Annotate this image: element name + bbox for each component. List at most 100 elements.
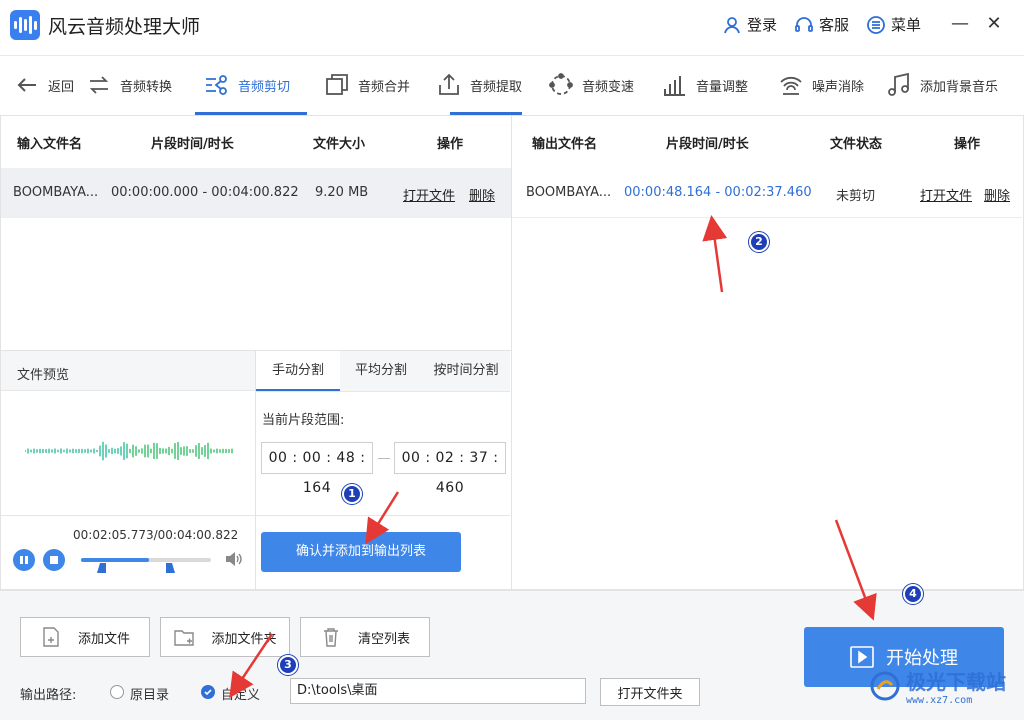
add-folder-icon <box>174 630 195 646</box>
radio-original-label: 原目录 <box>130 688 170 703</box>
watermark-text: 极光下载站 <box>906 670 1006 694</box>
open-folder-button[interactable]: 打开文件夹 <box>600 678 700 706</box>
annotation-badge-1: 1 <box>342 484 362 504</box>
column-header: 输入文件名 <box>17 136 83 152</box>
range-label: 当前片段范围: <box>262 413 345 428</box>
preview-header: 文件预览 <box>1 351 255 391</box>
split-tabs: 手动分割 平均分割 按时间分割 <box>256 351 510 392</box>
menu-icon <box>867 15 885 34</box>
file-size: 9.20 MB <box>315 185 369 200</box>
table-row[interactable]: BOOMBAYA... 00:00:00.000 - 00:04:00.822 … <box>1 168 511 218</box>
column-header: 操作 <box>954 136 981 152</box>
radio-custom-directory[interactable] <box>201 685 215 699</box>
close-button[interactable]: ✕ <box>984 12 1004 36</box>
time-range: 00:00:48.164 - 00:02:37.460 <box>624 185 812 200</box>
add-folder-button[interactable]: 添加文件夹 <box>160 617 290 657</box>
nav-audio-extract[interactable]: 音频提取 <box>436 56 522 114</box>
split-panel: 手动分割 平均分割 按时间分割 当前片段范围: 00 : 00 : 48 : 1… <box>256 351 512 590</box>
stop-icon <box>50 556 58 564</box>
menu-button[interactable]: 菜单 <box>866 14 921 35</box>
add-file-button[interactable]: 添加文件 <box>20 617 150 657</box>
watermark-logo-icon <box>870 671 900 701</box>
nav-audio-speed[interactable]: 音频变速 <box>548 56 634 114</box>
volume-bars-icon <box>664 76 685 96</box>
watermark: 极光下载站 www.xz7.com <box>870 666 1006 706</box>
nav-audio-convert[interactable]: 音频转换 <box>86 56 172 114</box>
input-file-panel: 输入文件名 片段时间/时长 文件大小 操作 BOOMBAYA... 00:00:… <box>0 115 512 351</box>
watermark-url: www.xz7.com <box>906 695 973 706</box>
range-start-handle[interactable] <box>97 563 109 573</box>
file-name: BOOMBAYA... <box>526 185 612 200</box>
output-path-label: 输出路径: <box>20 688 77 703</box>
app-logo-icon <box>10 10 40 40</box>
nav-audio-cut[interactable]: 音频剪切 <box>204 56 290 114</box>
wifi-signal-icon <box>780 76 802 95</box>
start-time-input[interactable]: 00 : 00 : 48 : 164 <box>261 442 373 496</box>
arrow-left-icon <box>17 78 36 92</box>
volume-icon[interactable] <box>225 551 243 567</box>
back-button[interactable]: 返回 <box>14 56 74 114</box>
title-bar: 风云音频处理大师 登录 客服 菜单 — ✕ <box>0 0 1024 50</box>
check-icon <box>204 689 212 696</box>
stop-button[interactable] <box>43 549 65 571</box>
time-range: 00:00:00.000 - 00:04:00.822 <box>111 185 299 200</box>
confirm-add-to-output-button[interactable]: 确认并添加到输出列表 <box>261 532 461 572</box>
radio-original-directory[interactable] <box>110 685 124 699</box>
playback-time: 00:02:05.773/00:04:00.822 <box>73 528 239 542</box>
nav-add-background-music[interactable]: 添加背景音乐 <box>886 56 998 114</box>
progress-fill <box>81 558 149 562</box>
upload-box-icon <box>439 73 459 95</box>
progress-track[interactable] <box>81 558 211 562</box>
pause-icon <box>20 556 28 564</box>
tool-nav-bar: 返回 音频转换 音频剪切 音频合并 音频提取 音频变速 音量调整 噪声消除 添加… <box>0 55 1024 115</box>
app-title: 风云音频处理大师 <box>48 16 201 38</box>
annotation-badge-4: 4 <box>903 584 923 604</box>
trash-icon <box>323 628 338 647</box>
merge-squares-icon <box>326 74 348 95</box>
output-path-input[interactable]: D:\tools\桌面 <box>290 678 586 704</box>
nav-audio-merge[interactable]: 音频合并 <box>324 56 410 114</box>
range-separator <box>378 458 390 459</box>
tab-manual-split[interactable]: 手动分割 <box>256 351 340 391</box>
headset-icon <box>795 16 813 32</box>
output-table-header: 输出文件名 片段时间/时长 文件状态 操作 <box>512 116 1022 168</box>
annotation-badge-3: 3 <box>278 655 298 675</box>
column-header: 操作 <box>437 136 464 152</box>
login-button[interactable]: 登录 <box>722 14 777 35</box>
play-icon <box>850 646 874 668</box>
nav-noise-removal[interactable]: 噪声消除 <box>778 56 864 114</box>
tab-time-split[interactable]: 按时间分割 <box>422 351 510 391</box>
table-row[interactable]: BOOMBAYA... 00:00:48.164 - 00:02:37.460 … <box>512 168 1022 218</box>
preview-title: 文件预览 <box>17 368 70 383</box>
output-file-panel: 输出文件名 片段时间/时长 文件状态 操作 BOOMBAYA... 00:00:… <box>512 115 1024 590</box>
music-note-icon <box>888 72 909 96</box>
add-file-icon <box>43 627 59 647</box>
file-name: BOOMBAYA... <box>13 185 99 200</box>
column-header: 片段时间/时长 <box>666 136 749 152</box>
delete-link[interactable]: 删除 <box>984 185 1010 204</box>
column-header: 文件状态 <box>830 136 883 152</box>
end-time-input[interactable]: 00 : 02 : 37 : 460 <box>394 442 506 496</box>
column-header: 文件大小 <box>313 136 366 152</box>
delete-link[interactable]: 删除 <box>469 185 495 204</box>
open-file-link[interactable]: 打开文件 <box>403 185 455 204</box>
range-end-handle[interactable] <box>163 563 175 573</box>
open-file-link[interactable]: 打开文件 <box>920 185 972 204</box>
divider <box>1 515 255 516</box>
scissors-icon <box>206 75 227 95</box>
waveform <box>25 441 233 461</box>
file-status: 未剪切 <box>836 189 876 204</box>
tab-average-split[interactable]: 平均分割 <box>340 351 422 391</box>
column-header: 片段时间/时长 <box>151 136 234 152</box>
minimize-button[interactable]: — <box>950 12 970 36</box>
nav-volume-adjust[interactable]: 音量调整 <box>662 56 748 114</box>
annotation-badge-2: 2 <box>749 232 769 252</box>
pause-button[interactable] <box>13 549 35 571</box>
convert-arrows-icon <box>89 76 109 94</box>
clear-list-button[interactable]: 清空列表 <box>300 617 430 657</box>
customer-service-button[interactable]: 客服 <box>794 14 849 35</box>
column-header: 输出文件名 <box>532 136 598 152</box>
speed-dots-icon <box>549 73 573 95</box>
divider <box>256 515 510 516</box>
preview-panel: 文件预览 00:02:05.773/00:04:00.822 <box>0 351 256 590</box>
